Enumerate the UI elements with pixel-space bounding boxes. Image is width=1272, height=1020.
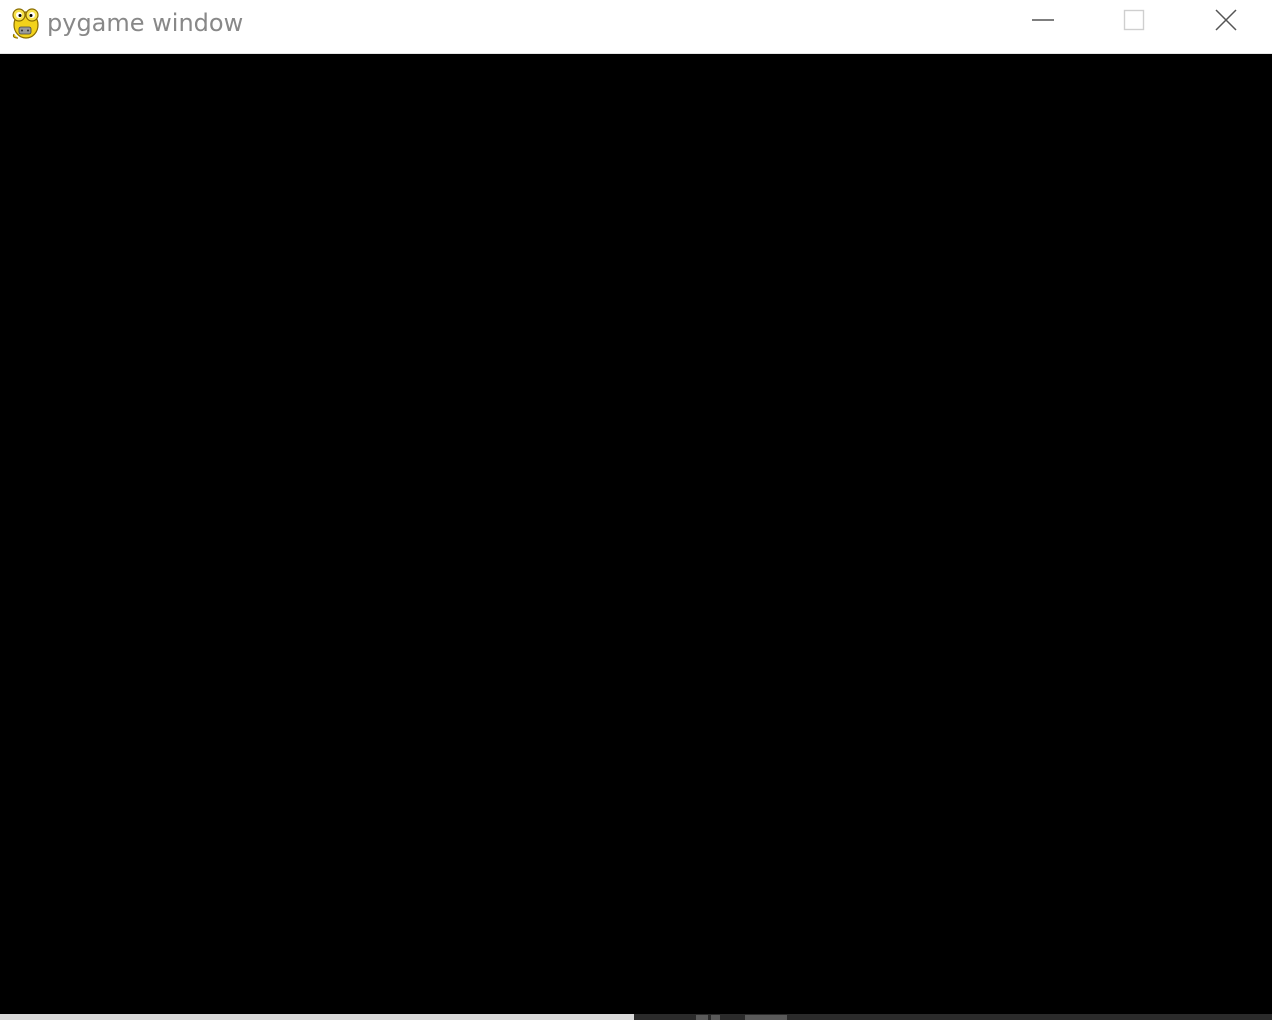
pygame-window: pygame window xyxy=(0,0,1272,1020)
window-title: pygame window xyxy=(47,9,244,37)
maximize-icon xyxy=(1123,9,1145,35)
minimize-button[interactable] xyxy=(998,0,1088,44)
pygame-snake-icon[interactable] xyxy=(10,6,42,40)
background-window-edge xyxy=(0,1014,1272,1020)
close-button[interactable] xyxy=(1181,0,1271,44)
background-edge-segment xyxy=(696,1015,708,1020)
close-icon xyxy=(1214,8,1238,36)
game-canvas[interactable] xyxy=(0,54,1272,1014)
maximize-button[interactable] xyxy=(1089,0,1179,44)
minimize-icon xyxy=(1032,9,1054,35)
background-window-edge-light xyxy=(0,1014,634,1020)
title-bar[interactable]: pygame window xyxy=(0,0,1272,54)
background-edge-segment xyxy=(745,1015,787,1020)
background-edge-segment xyxy=(711,1015,720,1020)
